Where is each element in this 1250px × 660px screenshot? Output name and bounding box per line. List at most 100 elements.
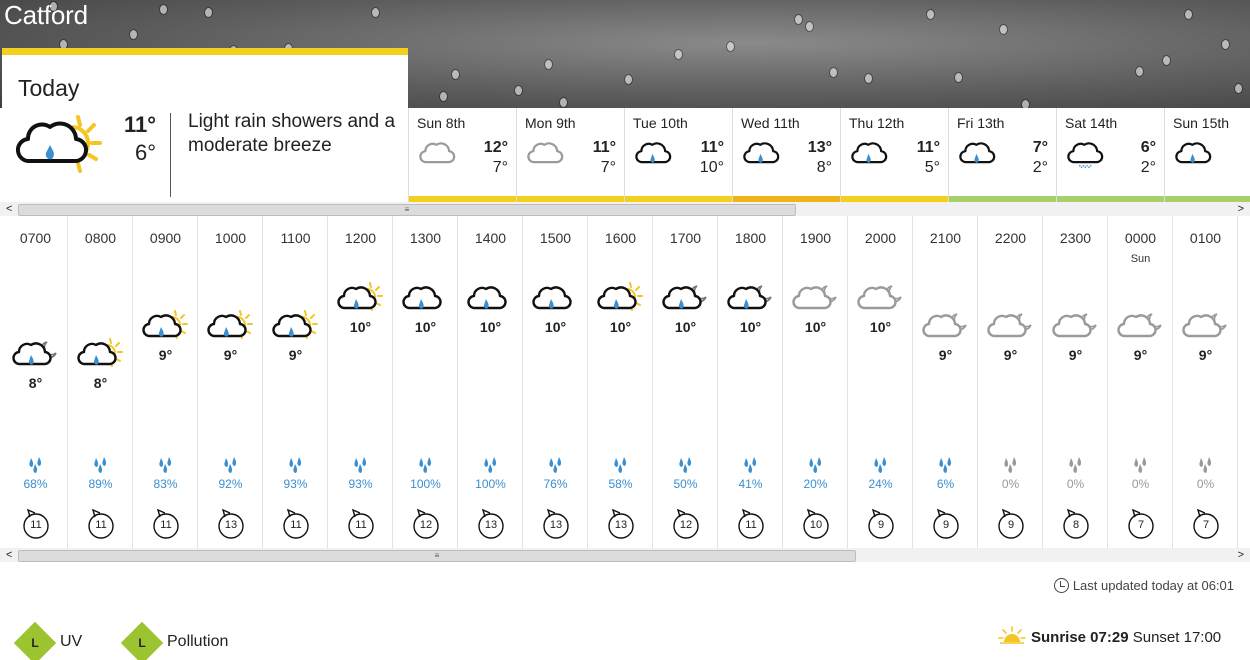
clock-icon: [1053, 578, 1069, 593]
raindrop-decoration: [865, 74, 872, 83]
wind-speed: 7: [1202, 519, 1210, 531]
wind-speed: 9: [877, 519, 885, 531]
hour-column[interactable]: 0800 8° 89% 11: [68, 216, 133, 548]
hour-column[interactable]: 1900 10° 20% 10: [783, 216, 848, 548]
pollution-label[interactable]: Pollution: [167, 633, 228, 651]
scroll-left-arrow-icon[interactable]: <: [6, 202, 12, 216]
wind-speed: 11: [160, 519, 172, 531]
rain-chance: 0%: [1131, 477, 1150, 491]
hour-column[interactable]: 0000 Sun 9° 0% 7: [1108, 216, 1173, 548]
day-tab[interactable]: Tue 10th 11° 10°: [624, 108, 733, 202]
today-description: Light rain showers and a moderate breeze: [188, 111, 396, 156]
hour-column[interactable]: 2000 10° 24% 9: [848, 216, 913, 548]
rain-chance: 100%: [475, 477, 506, 491]
divider: [170, 113, 171, 197]
hour-temp: 10°: [739, 319, 762, 335]
hour-temp: 9°: [938, 347, 953, 363]
raindrop-decoration: [675, 50, 682, 59]
hour-temp: 9°: [1198, 347, 1213, 363]
hour-column[interactable]: 1100 9° 93% 11: [263, 216, 328, 548]
raindrop-decoration: [545, 60, 552, 69]
hour-time: 0000: [1124, 230, 1157, 246]
hour-column[interactable]: 2200 9° 0% 9: [978, 216, 1043, 548]
uv-label[interactable]: UV: [60, 633, 82, 651]
rain-chance: 0%: [1066, 477, 1085, 491]
cloud-moon-icon: [1052, 310, 1098, 342]
rain-chance: 93%: [348, 477, 373, 491]
rain-drops-icon: [874, 457, 887, 473]
daily-scrollbar[interactable]: < ≡ >: [0, 202, 1250, 216]
hour-column[interactable]: 1300 10° 100% 12: [393, 216, 458, 548]
hourly-scrollbar[interactable]: < ≡ >: [0, 548, 1250, 562]
rain-chance: 0%: [1001, 477, 1020, 491]
raindrop-decoration: [625, 75, 632, 84]
day-name: Mon 9th: [525, 115, 576, 131]
rain-sun-icon: [207, 310, 253, 342]
rain-drops-icon: [744, 457, 757, 473]
hour-column[interactable]: 1500 10° 76% 13: [523, 216, 588, 548]
hour-time: 0100: [1189, 230, 1222, 246]
hour-column[interactable]: 2300 9° 0% 8: [1043, 216, 1108, 548]
day-tab[interactable]: Fri 13th 7° 2°: [948, 108, 1057, 202]
hour-temp: 9°: [158, 347, 173, 363]
hour-temp: 8°: [28, 375, 43, 391]
hour-column[interactable]: 1400 10° 100% 13: [458, 216, 523, 548]
raindrop-decoration: [795, 15, 802, 24]
hour-temp: 9°: [1003, 347, 1018, 363]
cloud-moon-icon: [792, 282, 838, 314]
grip-icon: ≡: [404, 205, 410, 214]
rain-cloud-icon: [635, 138, 677, 168]
raindrop-decoration: [727, 42, 734, 51]
today-panel[interactable]: Today 11° 6° Light rain showers and a mo…: [2, 48, 408, 202]
last-updated: Last updated today at 06:01: [1053, 578, 1234, 593]
day-high-temp: 12°: [483, 139, 508, 156]
cloud-moon-icon: [1182, 310, 1228, 342]
rain-chance: 100%: [410, 477, 441, 491]
day-tab[interactable]: Sun 8th 12° 7°: [408, 108, 517, 202]
raindrop-decoration: [806, 22, 813, 31]
day-tab[interactable]: Mon 9th 11° 7°: [516, 108, 625, 202]
hour-column[interactable]: 1000 9° 92% 13: [198, 216, 263, 548]
raindrop-decoration: [130, 30, 137, 39]
daily-scroll-thumb[interactable]: ≡: [18, 204, 796, 216]
hour-temp: 10°: [674, 319, 697, 335]
location-title: Catford: [4, 0, 88, 30]
hour-column[interactable]: 1700 10° 50% 12: [653, 216, 718, 548]
day-tab[interactable]: Sat 14th 6° 2°: [1056, 108, 1165, 202]
scroll-right-arrow-icon[interactable]: >: [1238, 202, 1244, 216]
hour-column[interactable]: 0700 8° 68% 11: [3, 216, 68, 548]
raindrop-decoration: [372, 8, 379, 17]
hour-column[interactable]: 1800 10° 41% 11: [718, 216, 783, 548]
hour-time: 2200: [994, 230, 1027, 246]
rain-sun-icon: [77, 338, 123, 370]
wind-speed: 12: [419, 519, 433, 531]
day-tab[interactable]: Sun 15th: [1164, 108, 1250, 202]
hourly-scroll-thumb[interactable]: ≡: [18, 550, 856, 562]
raindrop-decoration: [830, 68, 837, 77]
hour-time: 1400: [474, 230, 507, 246]
sunrise-time: Sunrise 07:29: [1031, 629, 1129, 646]
cloud-moon-icon: [987, 310, 1033, 342]
hour-column[interactable]: 1200 10° 93% 11: [328, 216, 393, 548]
scroll-right-arrow-icon[interactable]: >: [1238, 548, 1244, 562]
hour-column[interactable]: 1600 10° 58% 13: [588, 216, 653, 548]
cloud-icon: [527, 138, 569, 168]
rain-cloud-icon: [402, 282, 448, 314]
hour-column[interactable]: 0100 9° 0% 7: [1173, 216, 1238, 548]
day-name: Tue 10th: [633, 115, 688, 131]
day-tab[interactable]: Thu 12th 11° 5°: [840, 108, 949, 202]
scroll-left-arrow-icon[interactable]: <: [6, 548, 12, 562]
rain-drops-icon: [614, 457, 627, 473]
hour-temp: 8°: [93, 375, 108, 391]
wind-speed: 9: [942, 519, 950, 531]
rain-drops-icon: [679, 457, 692, 473]
hour-column[interactable]: 2100 9° 6% 9: [913, 216, 978, 548]
day-name: Thu 12th: [849, 115, 905, 131]
day-name: Sun 8th: [417, 115, 466, 131]
day-tab[interactable]: Wed 11th 13° 8°: [732, 108, 841, 202]
uv-level-badge[interactable]: L: [13, 621, 57, 660]
hour-column[interactable]: 0900 9° 83% 11: [133, 216, 198, 548]
hour-time: 2300: [1059, 230, 1092, 246]
pollution-level-badge[interactable]: L: [120, 621, 164, 660]
hour-time: 1600: [604, 230, 637, 246]
